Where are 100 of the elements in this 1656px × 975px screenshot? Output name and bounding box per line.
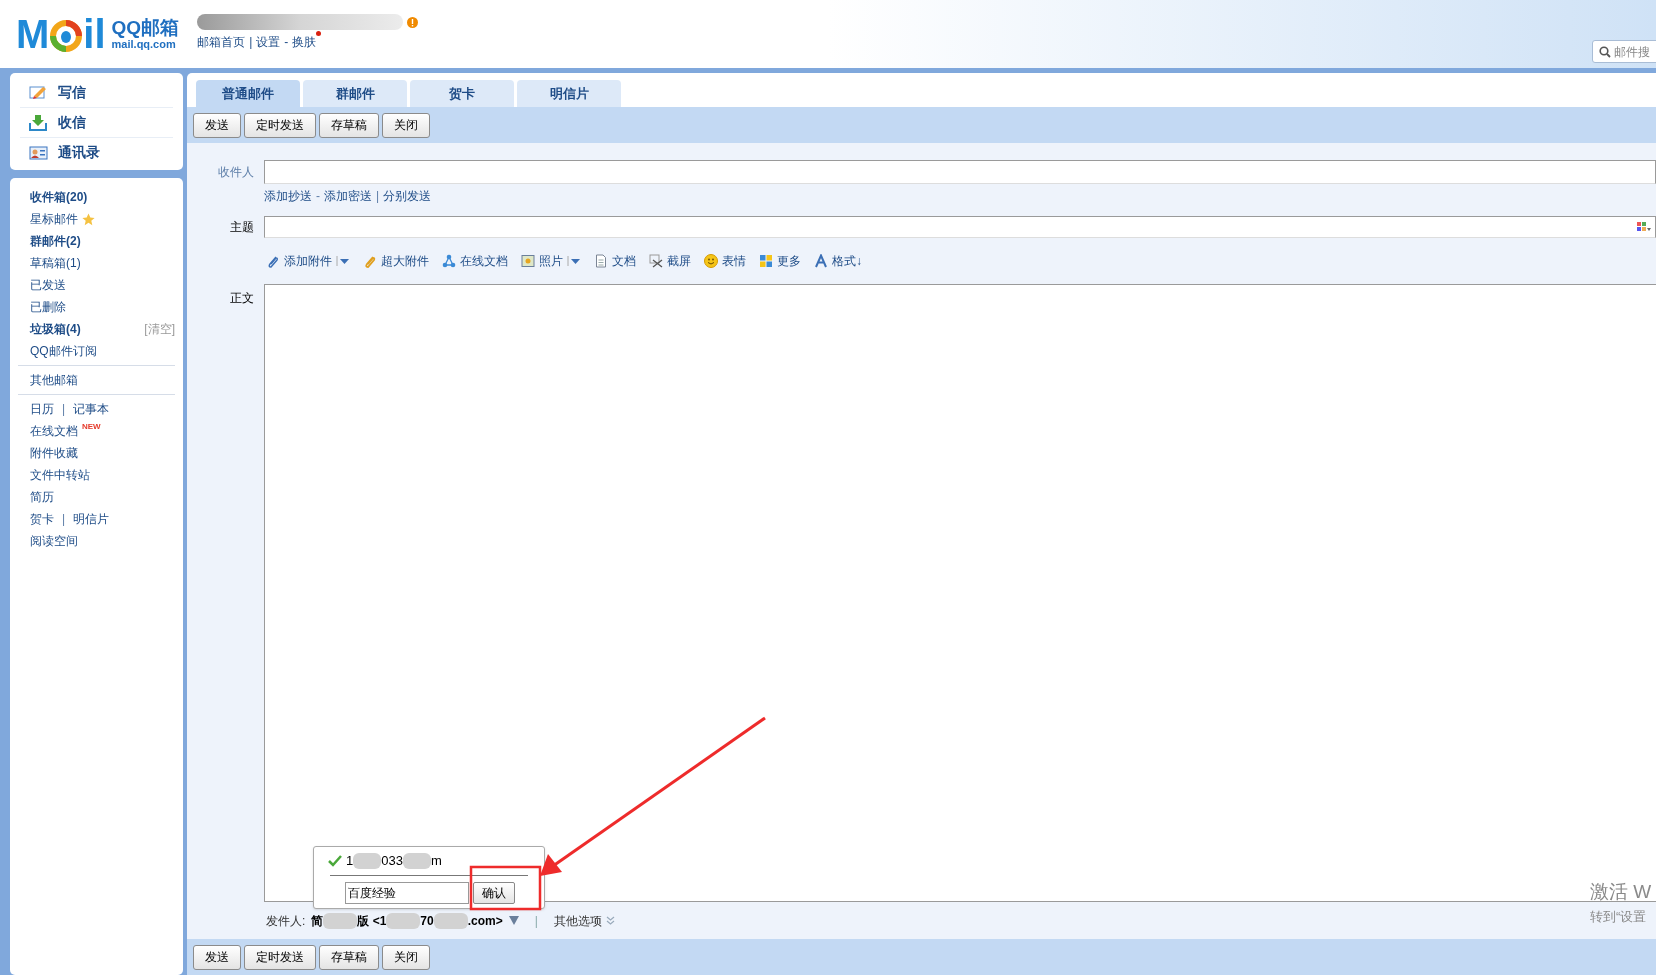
grid-squares-icon [759, 254, 773, 268]
recipient-field[interactable] [264, 160, 1656, 184]
logo-domain: mail.qq.com [111, 39, 177, 50]
header-link[interactable]: 邮箱首页 [197, 33, 246, 51]
editor-tool[interactable]: 更多 [759, 252, 801, 270]
masked-text: 70 [420, 912, 434, 930]
toolbar-button[interactable]: 发送 [193, 944, 241, 970]
header-link[interactable]: 设置 [256, 33, 281, 51]
picture-icon [521, 254, 535, 268]
separator-text: | [249, 34, 253, 51]
blur-block [323, 912, 358, 929]
toolbar-button[interactable]: 定时发送 [244, 112, 316, 138]
masked-text: 简 [311, 912, 324, 930]
toolbar-button[interactable]: 关闭 [382, 944, 430, 970]
pencil-note-icon [29, 83, 48, 101]
editor-tool[interactable]: 格式↓ [814, 252, 862, 270]
subject-field[interactable] [264, 216, 1656, 238]
folder-link[interactable]: 收件箱(20) [30, 188, 88, 206]
sidebar-action[interactable]: 写信 [20, 77, 173, 107]
separator-text: | [62, 511, 66, 528]
folder-link[interactable]: 贺卡 [30, 510, 54, 528]
folder-link[interactable]: 附件收藏 [30, 444, 78, 462]
folder-link[interactable]: 垃圾箱(4) [30, 320, 81, 338]
dropdown-caret-icon [567, 256, 581, 266]
masked-text: m [430, 852, 442, 871]
editor-tool[interactable]: 添加附件 [266, 252, 350, 270]
folder-link[interactable]: 已发送 [30, 276, 66, 294]
color-grid-icon [1637, 222, 1651, 232]
folder-link[interactable]: 群邮件(2) [30, 232, 81, 250]
separator-text: | [534, 912, 538, 930]
sidebar-action[interactable]: 通讯录 [20, 137, 173, 167]
activation-notice: 激活 W [1590, 880, 1652, 904]
logo-letter: M [16, 14, 50, 54]
recipient-link[interactable]: 添加抄送 [264, 187, 312, 205]
dropdown-triangle-icon [508, 916, 519, 925]
document-icon [594, 254, 608, 268]
field-label: 主题 [229, 219, 255, 236]
download-tray-icon [29, 114, 48, 131]
separator-text: - [284, 34, 289, 51]
folder-link[interactable]: 星标邮件 [30, 210, 78, 228]
blur-block [402, 853, 431, 869]
compose-tab[interactable]: 明信片 [517, 80, 621, 107]
folder-link[interactable]: 文件中转站 [30, 466, 90, 484]
editor-tool[interactable]: 截屏 [649, 252, 691, 270]
editor-tool[interactable]: 在线文档 [442, 252, 508, 270]
editor-tool[interactable]: 超大附件 [363, 252, 429, 270]
compose-tab[interactable]: 贺卡 [410, 80, 514, 107]
folder-link[interactable]: 简历 [30, 488, 54, 506]
toolbar-button[interactable]: 发送 [193, 112, 241, 138]
masked-text: 版 <1 [357, 912, 387, 930]
check-icon [328, 855, 342, 867]
separator-text: | [376, 188, 380, 205]
folder-link[interactable]: 阅读空间 [30, 532, 78, 550]
nickname-field[interactable]: 百度经验 [345, 882, 469, 904]
folder-link[interactable]: QQ邮件订阅 [30, 342, 97, 360]
folder-link[interactable]: 草稿箱(1) [30, 254, 81, 272]
field-label: 收件人 [217, 164, 255, 181]
sidebar-action[interactable]: 收信 [20, 107, 173, 137]
recipient-link[interactable]: 添加密送 [324, 187, 372, 205]
letter-format-icon [814, 254, 828, 268]
separator-text: - [316, 188, 320, 205]
toolbar-button[interactable]: 存草稿 [319, 112, 379, 138]
toolbar-button[interactable]: 存草稿 [319, 944, 379, 970]
connected-nodes-icon [442, 254, 456, 268]
folder-link[interactable]: 日历 [30, 400, 54, 418]
recipient-link[interactable]: 分别发送 [383, 187, 432, 205]
field-label: 正文 [229, 290, 255, 307]
search-field[interactable]: 邮件搜 [1592, 40, 1656, 63]
contact-card-icon [29, 144, 48, 161]
confirm-button[interactable]: 确认 [473, 882, 515, 904]
editor-tool[interactable]: 照片 [521, 252, 581, 270]
editor-tool[interactable]: 表情 [704, 252, 746, 270]
dropdown-caret-icon [336, 256, 350, 266]
search-icon [1599, 45, 1611, 58]
separator-text: | [62, 401, 66, 418]
folder-link[interactable]: 明信片 [73, 510, 110, 528]
folder-link[interactable]: 记事本 [73, 400, 110, 418]
folder-link[interactable]: 在线文档 [30, 422, 78, 440]
folder-link[interactable]: 已删除 [30, 298, 66, 316]
masked-text: .com> [467, 912, 503, 930]
logo-title: QQ邮箱 [111, 18, 180, 37]
compose-tab[interactable]: 普通邮件 [196, 80, 300, 107]
new-label: NEW [82, 421, 101, 433]
blur-block [353, 853, 382, 869]
blur-block [433, 912, 468, 929]
logo-letter: il [83, 14, 106, 54]
smiley-icon [704, 254, 718, 268]
header-link[interactable]: 换肤 [292, 33, 317, 51]
double-chevron-icon [605, 916, 615, 925]
sender-select[interactable]: 简 版 <1 70 .com> [311, 911, 503, 930]
editor-tool[interactable]: 文档 [594, 252, 636, 270]
folder-link[interactable]: 其他邮箱 [30, 371, 78, 389]
field-label: 发件人: [266, 912, 306, 930]
toolbar-button[interactable]: 关闭 [382, 112, 430, 138]
activation-notice: 转到“设置 [1590, 907, 1648, 926]
other-options-link[interactable]: 其他选项 [553, 911, 615, 930]
blur-block [386, 912, 421, 929]
masked-text: 033 [381, 852, 403, 871]
toolbar-button[interactable]: 定时发送 [244, 944, 316, 970]
compose-tab[interactable]: 群邮件 [303, 80, 407, 107]
